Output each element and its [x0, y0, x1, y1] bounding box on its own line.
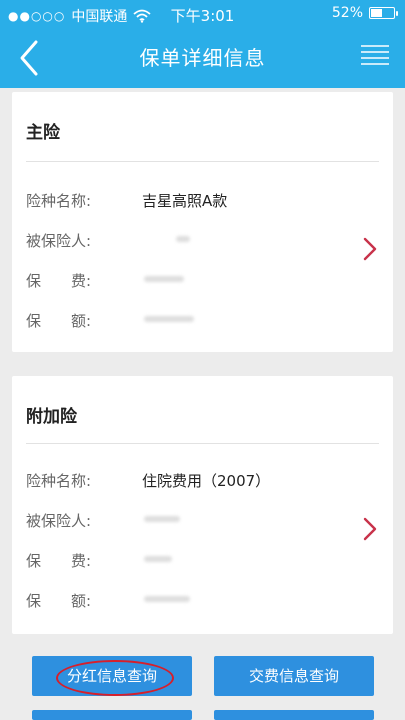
redacted-value: [144, 516, 180, 522]
chevron-right-icon: [363, 237, 377, 261]
row-value: 住院费用（2007）: [142, 472, 271, 490]
row-sum-insured: 保 额:: [26, 588, 346, 612]
rider-insurance-detail-arrow[interactable]: [361, 516, 379, 542]
screen: ●●○○○ 中国联通 下午3:01 52% 保单详细信息 主险 险种名称: 吉星…: [0, 0, 405, 720]
row-label: 被保险人:: [26, 512, 92, 530]
redacted-value: [144, 556, 172, 562]
row-label: 险种名称:: [26, 472, 92, 490]
row-label: 保 额:: [26, 312, 92, 330]
row-policy-name: 险种名称: 住院费用（2007）: [26, 468, 346, 492]
row-label: 保 费:: [26, 272, 92, 290]
redacted-value: [144, 316, 194, 322]
card-divider: [26, 161, 379, 162]
row-insured: 被保险人:: [26, 508, 346, 532]
more-button-left[interactable]: [32, 710, 192, 720]
row-sum-insured: 保 额:: [26, 308, 346, 332]
page-title: 保单详细信息: [139, 46, 266, 70]
row-label: 险种名称:: [26, 192, 92, 210]
red-annotation-circle: [56, 660, 174, 696]
row-premium: 保 费:: [26, 548, 346, 572]
status-bar: ●●○○○ 中国联通 下午3:01 52%: [0, 0, 405, 30]
redacted-value: [144, 276, 184, 282]
top-bar: ●●○○○ 中国联通 下午3:01 52% 保单详细信息: [0, 0, 405, 88]
battery-fill: [371, 9, 383, 17]
row-insured: 被保险人:: [26, 228, 346, 252]
row-policy-name: 险种名称: 吉星高照A款: [26, 188, 346, 212]
card-divider: [26, 443, 379, 444]
battery-icon: [369, 7, 398, 19]
row-label: 保 额:: [26, 592, 92, 610]
menu-icon: [361, 45, 389, 65]
nav-bar: 保单详细信息: [0, 30, 405, 88]
row-premium: 保 费:: [26, 268, 346, 292]
main-insurance-detail-arrow[interactable]: [361, 236, 379, 262]
main-insurance-title: 主险: [26, 123, 60, 143]
chevron-right-icon: [363, 517, 377, 541]
row-label: 被保险人:: [26, 232, 92, 250]
status-right: 52%: [331, 5, 398, 21]
main-insurance-card[interactable]: 主险 险种名称: 吉星高照A款 被保险人: 保 费: 保 额:: [12, 92, 393, 352]
payment-query-button[interactable]: 交费信息查询: [214, 656, 374, 696]
menu-button[interactable]: [359, 42, 391, 70]
redacted-value: [176, 236, 190, 242]
more-button-right[interactable]: [214, 710, 374, 720]
battery-percent: 52%: [331, 5, 363, 21]
rider-insurance-title: 附加险: [26, 407, 77, 427]
row-value: 吉星高照A款: [142, 192, 228, 210]
row-label: 保 费:: [26, 552, 92, 570]
redacted-value: [144, 596, 190, 602]
rider-insurance-card[interactable]: 附加险 险种名称: 住院费用（2007） 被保险人: 保 费: 保 额:: [12, 376, 393, 634]
